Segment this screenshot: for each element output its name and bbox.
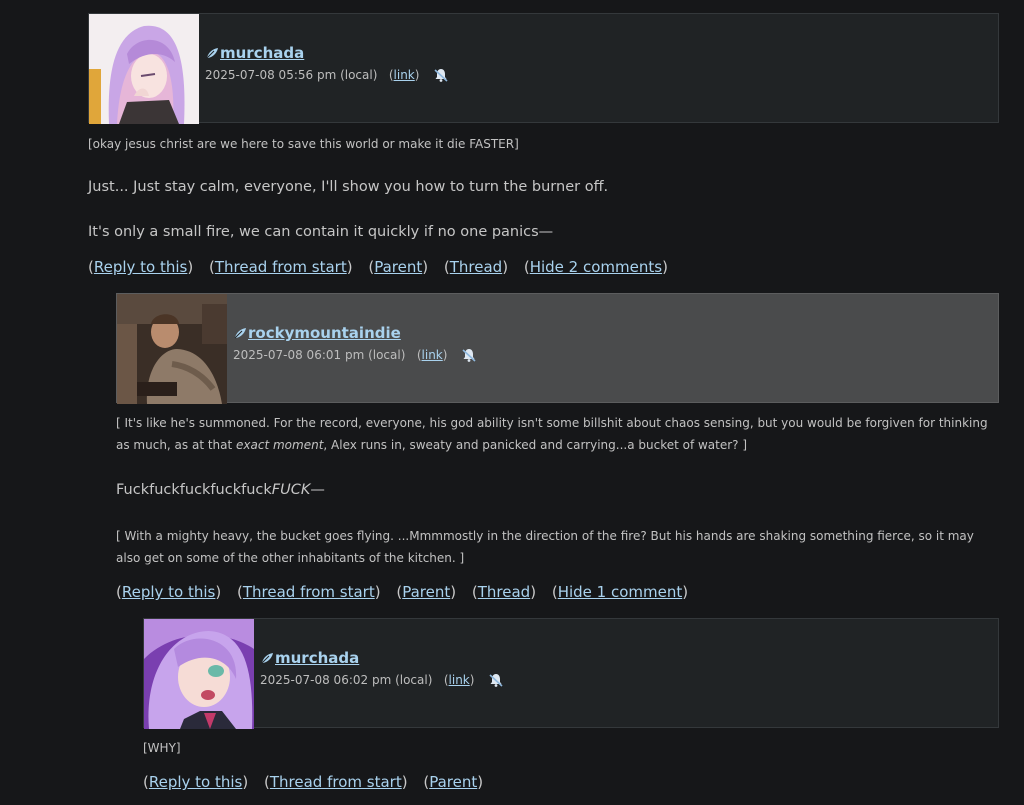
reply-link[interactable]: Reply to this <box>149 773 243 791</box>
comment-1-line-3: It's only a small fire, we can contain i… <box>88 224 554 240</box>
comment-3: murchada 2025-07-08 06:02 pm (local) (li… <box>143 618 999 729</box>
avatar[interactable] <box>144 619 254 729</box>
text-segment: Fuckfuckfuckfuckfuck <box>116 482 272 498</box>
comment-2-line-1: [ It's like he's summoned. For the recor… <box>116 416 988 430</box>
comment-3-line-1: [WHY] <box>143 741 181 755</box>
parent-link[interactable]: Parent <box>402 583 450 601</box>
hide-comments-link[interactable]: Hide 2 comments <box>530 258 662 276</box>
comment-datetime: 2025-07-08 06:02 pm (local) (link) <box>260 672 504 688</box>
comment-1-line-1: [okay jesus christ are we here to save t… <box>88 137 519 151</box>
comment-2: rockymountaindie 2025-07-08 06:01 pm (lo… <box>116 293 999 404</box>
permalink[interactable]: link <box>422 348 443 362</box>
comment-2-line-5: also get on some of the other inhabitant… <box>116 551 465 565</box>
comment-2-actions: (Reply to this) (Thread from start) (Par… <box>116 583 689 601</box>
reply-link[interactable]: Reply to this <box>94 258 188 276</box>
avatar-image <box>117 294 227 404</box>
username-link[interactable]: rockymountaindie <box>248 324 401 342</box>
hide-comments-link[interactable]: Hide 1 comment <box>558 583 683 601</box>
datetime-text: 2025-07-08 05:56 pm (local) <box>205 68 378 82</box>
poster-name: rockymountaindie <box>233 324 401 342</box>
emphasis-text: FUCK <box>271 482 311 498</box>
comment-1: murchada 2025-07-08 05:56 pm (local) (li… <box>88 13 999 124</box>
username-link[interactable]: murchada <box>220 44 304 62</box>
parent-link[interactable]: Parent <box>374 258 422 276</box>
comment-header: rockymountaindie 2025-07-08 06:01 pm (lo… <box>116 293 999 404</box>
poster-name: murchada <box>205 44 304 62</box>
comment-3-actions: (Reply to this) (Thread from start) (Par… <box>143 773 484 791</box>
avatar-image <box>89 14 199 124</box>
comment-1-line-2: Just... Just stay calm, everyone, I'll s… <box>88 179 609 195</box>
poster-name: murchada <box>260 649 359 667</box>
username-link[interactable]: murchada <box>275 649 359 667</box>
thread-from-start-link[interactable]: Thread from start <box>215 258 347 276</box>
datetime-text: 2025-07-08 06:01 pm (local) <box>233 348 406 362</box>
comment-header: murchada 2025-07-08 06:02 pm (local) (li… <box>143 618 999 729</box>
user-feather-icon[interactable] <box>260 651 274 665</box>
comment-2-line-2: as much, as at that exact moment, Alex r… <box>116 438 747 452</box>
thread-from-start-link[interactable]: Thread from start <box>270 773 402 791</box>
text-segment: , Alex runs in, sweaty and panicked and … <box>323 438 748 452</box>
text-segment: — <box>310 482 325 498</box>
avatar[interactable] <box>117 294 227 404</box>
mute-bell-icon[interactable] <box>433 67 449 83</box>
comment-2-line-4: [ With a mighty heavy, the bucket goes f… <box>116 529 974 543</box>
comment-datetime: 2025-07-08 06:01 pm (local) (link) <box>233 347 477 363</box>
parent-link[interactable]: Parent <box>429 773 477 791</box>
comment-1-actions: (Reply to this) (Thread from start) (Par… <box>88 258 668 276</box>
thread-link[interactable]: Thread <box>478 583 530 601</box>
avatar-image <box>144 619 254 729</box>
avatar[interactable] <box>89 14 199 124</box>
user-feather-icon[interactable] <box>233 326 247 340</box>
permalink[interactable]: link <box>394 68 415 82</box>
user-feather-icon[interactable] <box>205 46 219 60</box>
permalink[interactable]: link <box>449 673 470 687</box>
thread-from-start-link[interactable]: Thread from start <box>243 583 375 601</box>
text-segment: as much, as at that <box>116 438 237 452</box>
comment-header: murchada 2025-07-08 05:56 pm (local) (li… <box>88 13 999 124</box>
mute-bell-icon[interactable] <box>488 672 504 688</box>
mute-bell-icon[interactable] <box>461 347 477 363</box>
comment-2-line-3: FuckfuckfuckfuckfuckFUCK— <box>116 482 325 498</box>
reply-link[interactable]: Reply to this <box>122 583 216 601</box>
comment-datetime: 2025-07-08 05:56 pm (local) (link) <box>205 67 449 83</box>
thread-link[interactable]: Thread <box>450 258 502 276</box>
datetime-text: 2025-07-08 06:02 pm (local) <box>260 673 433 687</box>
emphasis-text: exact moment <box>236 438 324 452</box>
